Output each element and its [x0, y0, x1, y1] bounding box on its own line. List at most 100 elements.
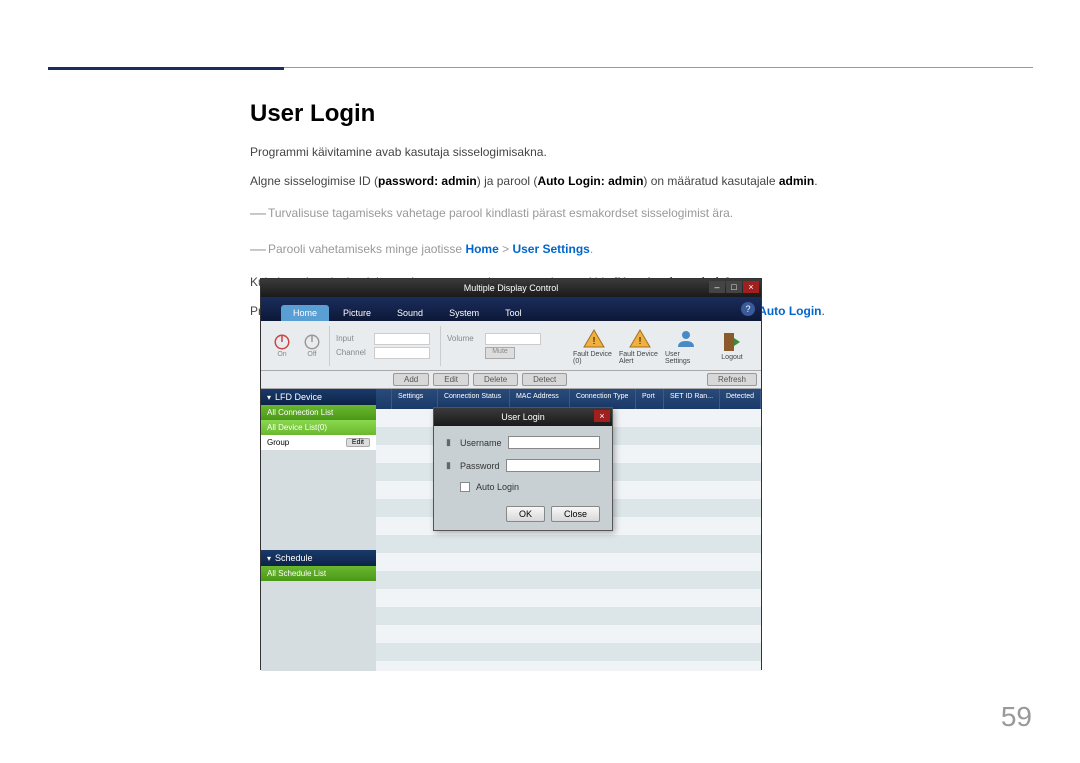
dialog-buttons: OK Close — [446, 502, 600, 522]
page-accent-bar — [48, 67, 284, 70]
password-row: ▮ Password — [446, 459, 600, 472]
security-note: ―Turvalisuse tagamiseks vahetage parool … — [250, 201, 1030, 227]
ribbon: On Off Input Channel Volume Mute ! Fault… — [261, 321, 761, 371]
tab-system[interactable]: System — [437, 305, 491, 321]
th-settings[interactable]: Settings — [392, 389, 438, 409]
sidebar-all-connection[interactable]: All Connection List — [261, 405, 376, 420]
text: > — [499, 242, 513, 256]
auto-login-row: Auto Login — [460, 482, 600, 492]
dialog-body: ▮ Username ▮ Password Auto Login OK Clos… — [434, 426, 612, 530]
table-header: Settings Connection Status MAC Address C… — [376, 389, 761, 409]
add-button[interactable]: Add — [393, 373, 429, 386]
edit-button[interactable]: Edit — [433, 373, 469, 386]
sidebar-all-device[interactable]: All Device List(0) — [261, 420, 376, 435]
th-connstatus[interactable]: Connection Status — [438, 389, 510, 409]
close-icon[interactable]: × — [743, 281, 759, 293]
dialog-title: User Login — [501, 412, 545, 422]
text: ) ja parool ( — [477, 174, 538, 188]
fault-alert-button[interactable]: ! Fault Device Alert — [619, 327, 661, 365]
window-title: Multiple Display Control — [464, 283, 559, 293]
close-button[interactable]: Close — [551, 506, 600, 522]
refresh-button[interactable]: Refresh — [707, 373, 757, 386]
password-input[interactable] — [506, 459, 600, 472]
th-setid[interactable]: SET ID Ran... — [664, 389, 720, 409]
input-label: Input — [336, 334, 370, 343]
sidebar-group-row: Group Edit — [261, 435, 376, 450]
help-icon[interactable]: ? — [741, 302, 755, 316]
th-mac[interactable]: MAC Address — [510, 389, 570, 409]
ok-button[interactable]: OK — [506, 506, 545, 522]
login-dialog: User Login × ▮ Username ▮ Password Auto … — [433, 407, 613, 531]
page-title: User Login — [250, 100, 1030, 128]
username-label: Username — [460, 438, 502, 448]
dash-icon: ― — [250, 205, 266, 222]
logout-button[interactable]: Logout — [711, 330, 753, 361]
th-port[interactable]: Port — [636, 389, 664, 409]
text: Algne sisselogimise ID ( — [250, 174, 378, 188]
auto-login-checkbox[interactable] — [460, 482, 470, 492]
auto-login-checkbox-text: Auto Login — [758, 304, 821, 318]
channel-label: Channel — [336, 348, 370, 357]
fault-device-button[interactable]: ! Fault Device (0) — [573, 327, 615, 365]
label: User Settings — [665, 351, 707, 365]
power-on-button[interactable]: On — [269, 328, 295, 364]
app-screenshot: Multiple Display Control – □ × Home Pict… — [260, 278, 762, 670]
username-row: ▮ Username — [446, 436, 600, 449]
sidebar-bottom-gap — [261, 581, 376, 671]
intro-paragraph: Programmi käivitamine avab kasutaja siss… — [250, 143, 1030, 162]
label: Logout — [721, 354, 742, 361]
minimize-icon[interactable]: – — [709, 281, 725, 293]
volume-slider[interactable] — [485, 333, 541, 345]
autologin-label: Auto Login — [537, 174, 600, 188]
power-off-button[interactable]: Off — [299, 328, 325, 364]
text: Parooli vahetamiseks minge jaotisse — [268, 242, 465, 256]
auto-login-label: Auto Login — [476, 482, 519, 492]
bullet-icon: ▮ — [446, 460, 458, 471]
dialog-titlebar: User Login × — [434, 408, 612, 426]
titlebar: Multiple Display Control – □ × — [261, 279, 761, 297]
device-toolbar: Add Edit Delete Detect Refresh — [261, 371, 761, 389]
sidebar-all-schedule[interactable]: All Schedule List — [261, 566, 376, 581]
mute-button[interactable]: Mute — [485, 347, 515, 359]
sidebar-schedule-header[interactable]: Schedule — [261, 550, 376, 566]
volume-label: Volume — [447, 334, 481, 343]
tab-home[interactable]: Home — [281, 305, 329, 321]
user-settings-link: User Settings — [512, 242, 589, 256]
channel-combo[interactable] — [374, 347, 430, 359]
th-checkbox[interactable] — [376, 389, 392, 409]
group-edit-button[interactable]: Edit — [346, 438, 370, 447]
home-link: Home — [465, 242, 498, 256]
password-label: password — [378, 174, 434, 188]
maximize-icon[interactable]: □ — [726, 281, 742, 293]
th-detected[interactable]: Detected — [720, 389, 761, 409]
text: . — [590, 242, 593, 256]
dash-icon: ― — [250, 241, 266, 258]
delete-button[interactable]: Delete — [473, 373, 518, 386]
text: Turvalisuse tagamiseks vahetage parool k… — [268, 206, 733, 220]
window-controls: – □ × — [709, 281, 759, 293]
tab-tool[interactable]: Tool — [493, 305, 534, 321]
tab-sound[interactable]: Sound — [385, 305, 435, 321]
text: . — [814, 174, 817, 188]
svg-text:!: ! — [593, 336, 596, 347]
text: ) on määratud kasutajale — [643, 174, 778, 188]
change-password-note: ―Parooli vahetamiseks minge jaotisse Hom… — [250, 237, 1030, 263]
sidebar-gap — [261, 450, 376, 550]
input-channel-group: Input Channel — [329, 326, 436, 366]
menu-tabs: Home Picture Sound System Tool ? — [261, 297, 761, 321]
dialog-close-icon[interactable]: × — [594, 410, 610, 422]
label: On — [277, 351, 286, 358]
volume-group: Volume Mute — [440, 326, 547, 366]
input-combo[interactable] — [374, 333, 430, 345]
detect-button[interactable]: Detect — [522, 373, 567, 386]
th-conntype[interactable]: Connection Type — [570, 389, 636, 409]
text: . — [822, 304, 825, 318]
tab-picture[interactable]: Picture — [331, 305, 383, 321]
label: Fault Device Alert — [619, 351, 661, 365]
user-settings-button[interactable]: User Settings — [665, 327, 707, 365]
autologin-value: : admin — [601, 174, 644, 188]
username-input[interactable] — [508, 436, 600, 449]
label: Off — [307, 351, 316, 358]
sidebar-lfd-header[interactable]: LFD Device — [261, 389, 376, 405]
label: Fault Device (0) — [573, 351, 615, 365]
